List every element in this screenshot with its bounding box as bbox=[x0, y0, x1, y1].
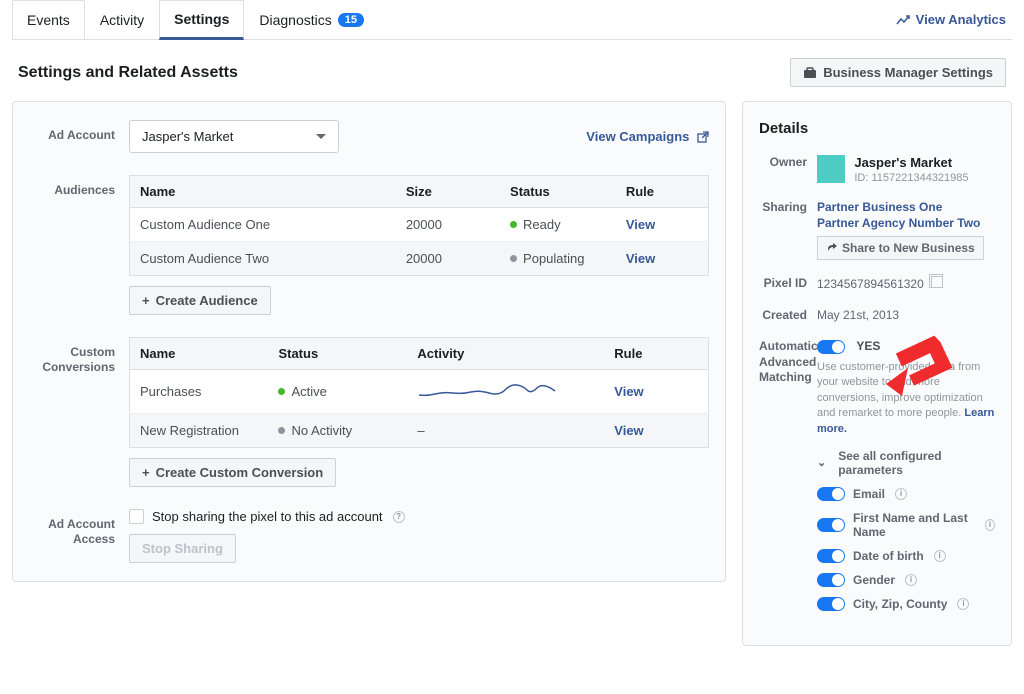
table-row: Purchases Active View bbox=[130, 370, 709, 414]
owner-avatar bbox=[817, 155, 845, 183]
details-panel: Details Owner Jasper's Market ID: 115722… bbox=[742, 101, 1012, 646]
table-row: Custom Audience Two 20000 Populating Vie… bbox=[130, 242, 709, 276]
info-icon[interactable]: ? bbox=[393, 511, 405, 523]
custom-conversions-label: Custom Conversions bbox=[29, 337, 129, 375]
plus-icon: + bbox=[142, 293, 150, 308]
view-rule-link[interactable]: View bbox=[614, 384, 643, 399]
tab-activity[interactable]: Activity bbox=[85, 0, 159, 40]
settings-panel: Ad Account Jasper's Market View Campaign… bbox=[12, 101, 726, 582]
tab-diagnostics-label: Diagnostics bbox=[259, 12, 331, 28]
tab-settings[interactable]: Settings bbox=[159, 0, 244, 40]
status-dot-icon bbox=[278, 388, 285, 395]
view-rule-link[interactable]: View bbox=[626, 217, 655, 232]
info-icon[interactable]: i bbox=[985, 519, 995, 531]
partner-link[interactable]: Partner Business One bbox=[817, 200, 995, 214]
sparkline-icon bbox=[417, 379, 557, 401]
diagnostics-badge: 15 bbox=[338, 13, 364, 27]
audiences-label: Audiences bbox=[29, 175, 129, 198]
aam-toggle[interactable] bbox=[817, 340, 845, 354]
view-rule-link[interactable]: View bbox=[626, 251, 655, 266]
info-icon[interactable]: i bbox=[957, 598, 969, 610]
conversions-table: Name Status Activity Rule Purchases Acti… bbox=[129, 337, 709, 448]
create-audience-button[interactable]: + Create Audience bbox=[129, 286, 271, 315]
analytics-icon bbox=[896, 14, 910, 26]
business-manager-settings-button[interactable]: Business Manager Settings bbox=[790, 58, 1006, 87]
param-name-toggle[interactable] bbox=[817, 518, 845, 532]
stop-sharing-label: Stop sharing the pixel to this ad accoun… bbox=[152, 509, 383, 524]
partner-link[interactable]: Partner Agency Number Two bbox=[817, 216, 995, 230]
audiences-table: Name Size Status Rule Custom Audience On… bbox=[129, 175, 709, 276]
param-email-toggle[interactable] bbox=[817, 487, 845, 501]
external-link-icon bbox=[697, 131, 709, 143]
copy-icon[interactable] bbox=[931, 276, 943, 288]
info-icon[interactable]: i bbox=[934, 550, 946, 562]
status-dot-icon bbox=[510, 221, 517, 228]
tab-events[interactable]: Events bbox=[12, 0, 85, 40]
create-conversion-button[interactable]: + Create Custom Conversion bbox=[129, 458, 336, 487]
plus-icon: + bbox=[142, 465, 150, 480]
briefcase-icon bbox=[803, 67, 817, 79]
view-campaigns-link[interactable]: View Campaigns bbox=[586, 129, 709, 144]
tab-diagnostics[interactable]: Diagnostics 15 bbox=[244, 0, 379, 40]
stop-sharing-checkbox[interactable] bbox=[129, 509, 144, 524]
stop-sharing-button: Stop Sharing bbox=[129, 534, 236, 563]
ad-account-label: Ad Account bbox=[29, 120, 129, 143]
tab-bar: Events Activity Settings Diagnostics 15 … bbox=[12, 0, 1012, 40]
share-arrow-icon bbox=[826, 243, 837, 254]
table-row: New Registration No Activity – View bbox=[130, 414, 709, 448]
chevron-down-icon: ⌄ bbox=[817, 456, 826, 469]
info-icon[interactable]: i bbox=[905, 574, 917, 586]
status-dot-icon bbox=[510, 255, 517, 262]
view-analytics-link[interactable]: View Analytics bbox=[896, 12, 1012, 27]
caret-down-icon bbox=[316, 134, 326, 139]
status-dot-icon bbox=[278, 427, 285, 434]
info-icon[interactable]: i bbox=[895, 488, 907, 500]
ad-account-access-label: Ad Account Access bbox=[29, 509, 129, 547]
share-to-new-business-button[interactable]: Share to New Business bbox=[817, 236, 984, 260]
ad-account-select[interactable]: Jasper's Market bbox=[129, 120, 339, 153]
param-city-toggle[interactable] bbox=[817, 597, 845, 611]
see-all-params-toggle[interactable]: ⌄ See all configured parameters bbox=[817, 449, 995, 477]
aam-description: Use customer-provided data from your web… bbox=[817, 360, 995, 437]
param-gender-toggle[interactable] bbox=[817, 573, 845, 587]
details-title: Details bbox=[759, 120, 995, 137]
page-title: Settings and Related Assetts bbox=[18, 64, 238, 82]
table-row: Custom Audience One 20000 Ready View bbox=[130, 208, 709, 242]
view-rule-link[interactable]: View bbox=[614, 423, 643, 438]
param-dob-toggle[interactable] bbox=[817, 549, 845, 563]
